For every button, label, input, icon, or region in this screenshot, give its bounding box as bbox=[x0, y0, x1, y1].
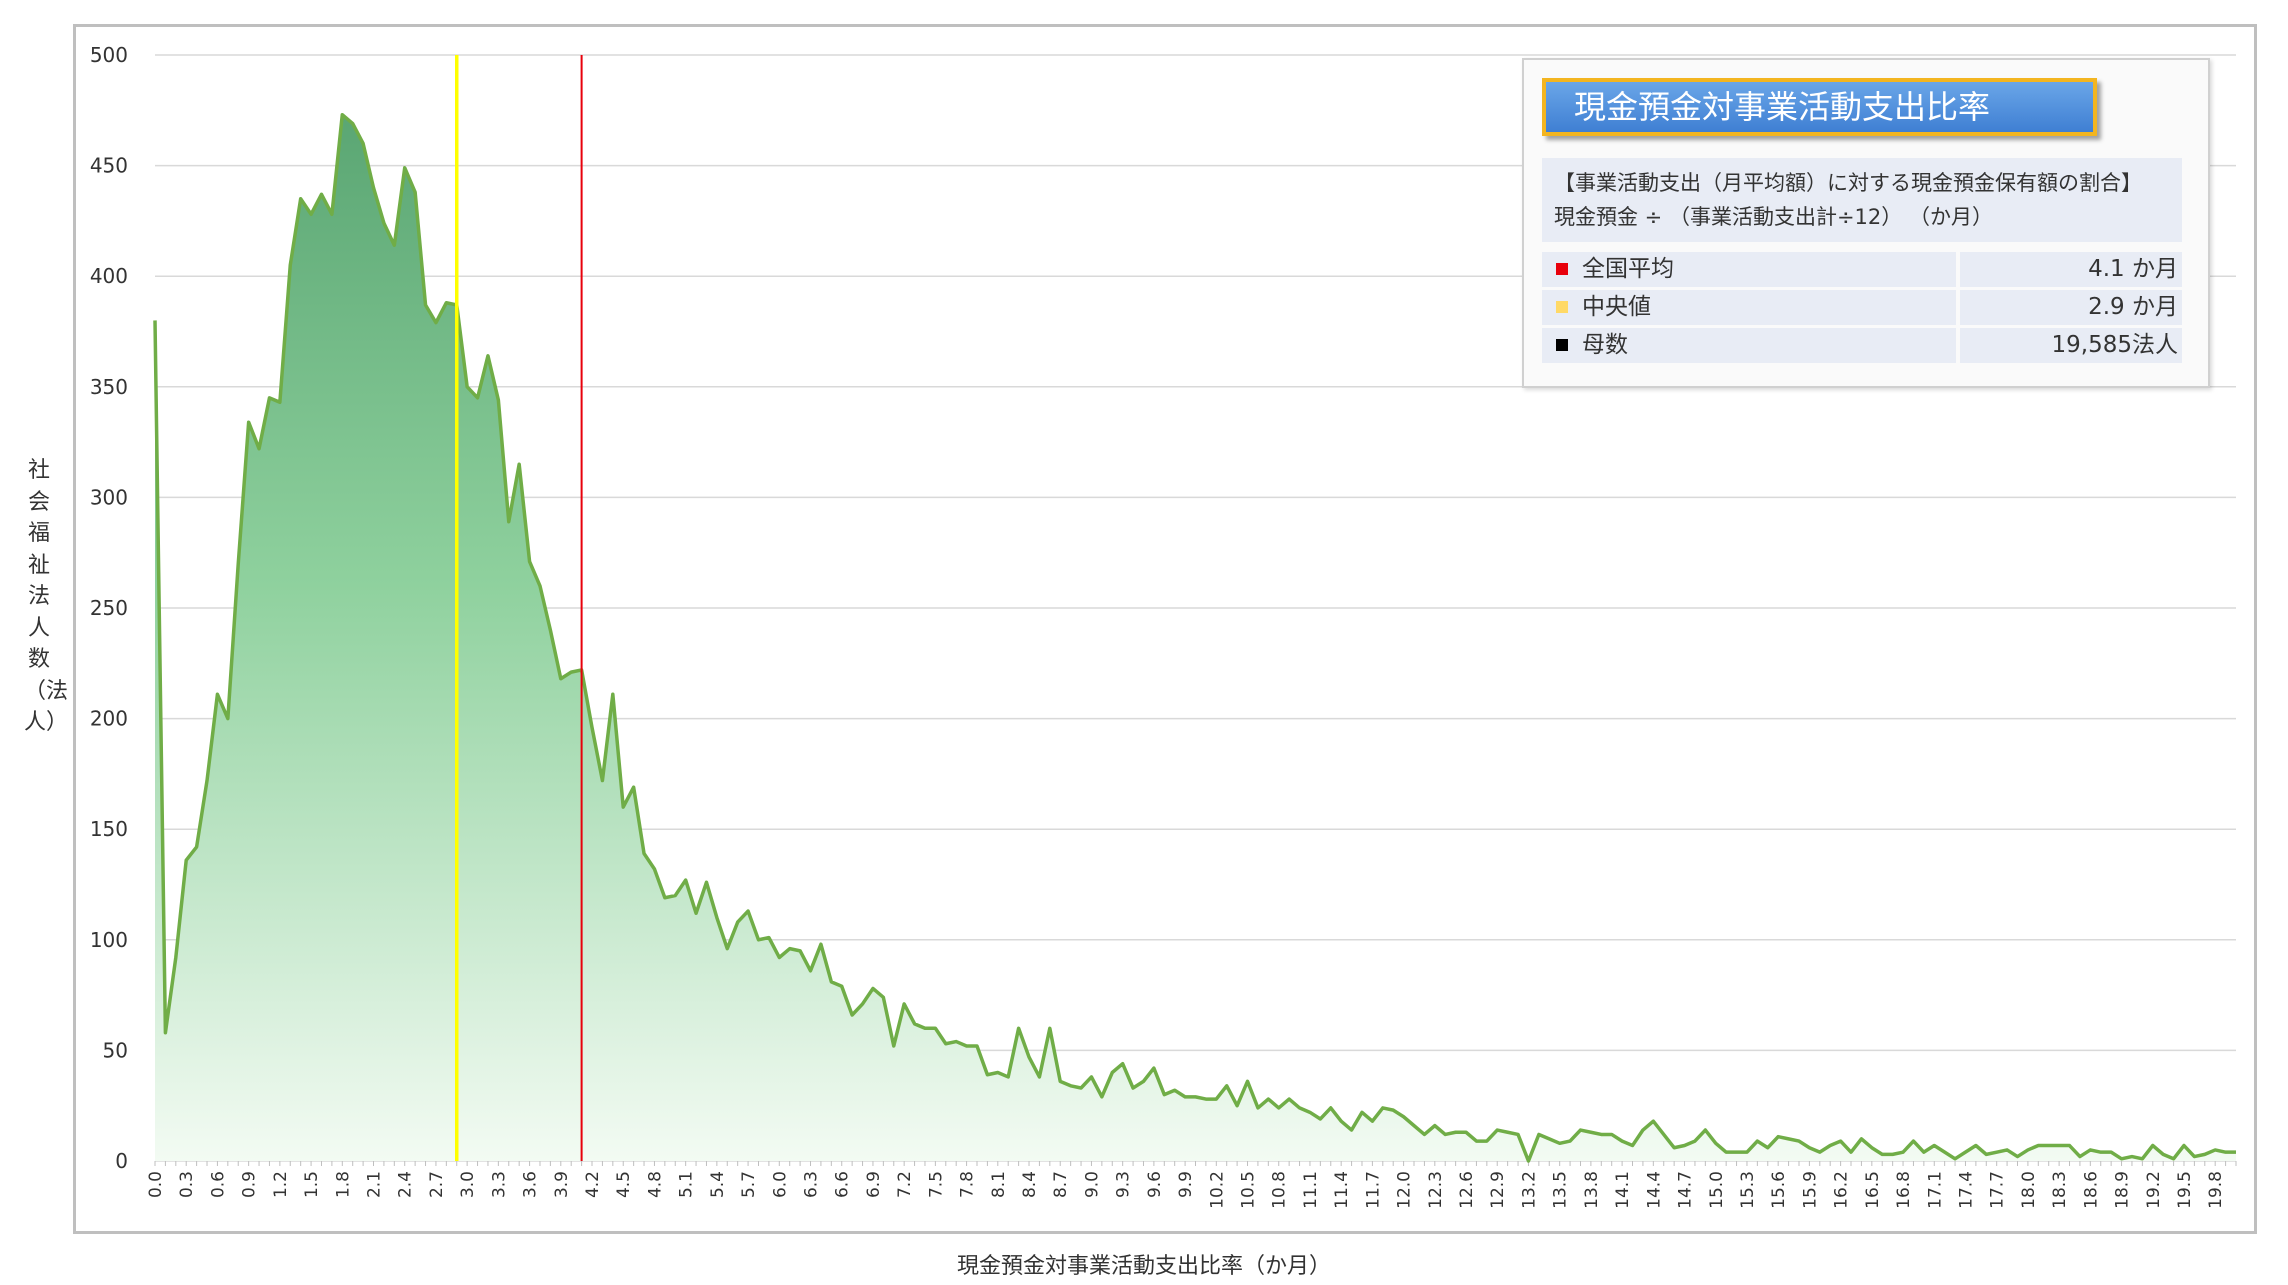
x-tick-label: 7.8 bbox=[958, 1171, 978, 1198]
x-tick-label: 12.0 bbox=[1395, 1171, 1415, 1209]
x-axis-label: 現金預金対事業活動支出比率（か月） bbox=[956, 1254, 1331, 1279]
legend-description-line-2: 現金預金 ÷ （事業活動支出計÷12） （か月） bbox=[1554, 205, 1993, 229]
x-tick-label: 5.7 bbox=[739, 1171, 759, 1198]
x-tick-label: 13.2 bbox=[1519, 1171, 1539, 1209]
x-tick-label: 2.1 bbox=[365, 1171, 385, 1198]
y-tick-label: 500 bbox=[90, 43, 128, 67]
x-tick-label: 3.9 bbox=[552, 1171, 572, 1198]
x-tick-label: 7.2 bbox=[895, 1171, 915, 1198]
x-tick-label: 2.4 bbox=[396, 1171, 416, 1198]
x-tick-label: 15.9 bbox=[1800, 1171, 1820, 1209]
y-axis-label: 社会福祉法人数（法人） bbox=[24, 458, 69, 735]
legend-description-line-1: 【事業活動支出（月平均額）に対する現金預金保有額の割合】 bbox=[1554, 171, 2142, 195]
legend-label-median: 中央値 bbox=[1582, 294, 1651, 320]
x-tick-label: 6.6 bbox=[833, 1171, 853, 1198]
x-tick-label: 19.5 bbox=[2175, 1171, 2195, 1209]
y-tick-label: 450 bbox=[90, 154, 128, 178]
y-tick-label: 150 bbox=[90, 817, 128, 841]
legend-title: 現金預金対事業活動支出比率 bbox=[1542, 78, 2097, 136]
x-tick-label: 11.1 bbox=[1301, 1171, 1321, 1209]
x-tick-label: 14.7 bbox=[1676, 1171, 1696, 1209]
legend-value-mean: 4.1 か月 bbox=[1960, 252, 2182, 287]
x-tick-label: 12.9 bbox=[1488, 1171, 1508, 1209]
x-tick-label: 0.3 bbox=[177, 1171, 197, 1198]
x-tick-label: 1.5 bbox=[302, 1171, 322, 1198]
y-tick-label: 200 bbox=[90, 707, 128, 731]
x-tick-label: 3.0 bbox=[458, 1171, 478, 1198]
x-tick-label: 10.2 bbox=[1207, 1171, 1227, 1209]
x-tick-label: 16.8 bbox=[1894, 1171, 1914, 1209]
legend-row-median: 中央値 2.9 か月 bbox=[1542, 290, 2182, 325]
y-tick-label: 100 bbox=[90, 928, 128, 952]
legend-label-mean: 全国平均 bbox=[1582, 256, 1674, 282]
x-tick-label: 8.1 bbox=[989, 1171, 1009, 1198]
x-tick-label: 8.7 bbox=[1051, 1171, 1071, 1198]
x-tick-label: 9.6 bbox=[1145, 1171, 1165, 1198]
x-tick-label: 4.5 bbox=[614, 1171, 634, 1198]
x-tick-label: 5.4 bbox=[708, 1171, 728, 1198]
x-tick-label: 14.4 bbox=[1644, 1171, 1664, 1209]
x-tick-label: 9.0 bbox=[1082, 1171, 1102, 1198]
x-tick-label: 1.8 bbox=[333, 1171, 353, 1198]
x-tick-label: 11.7 bbox=[1363, 1171, 1383, 1209]
x-tick-label: 13.8 bbox=[1582, 1171, 1602, 1209]
x-tick-label: 17.1 bbox=[1925, 1171, 1945, 1209]
y-tick-label: 50 bbox=[103, 1038, 128, 1062]
x-tick-label: 9.9 bbox=[1176, 1171, 1196, 1198]
x-tick-label: 5.1 bbox=[677, 1171, 697, 1198]
x-tick-label: 6.9 bbox=[864, 1171, 884, 1198]
y-tick-label: 300 bbox=[90, 485, 128, 509]
x-tick-label: 4.8 bbox=[645, 1171, 665, 1198]
x-tick-label: 2.7 bbox=[427, 1171, 447, 1198]
x-tick-label: 6.3 bbox=[802, 1171, 822, 1198]
x-tick-labels: 0.0 0.3 0.6 0.9 1.2 1.5 1.8 2.1 2.4 2.7 3.0 3.3 3.6 3… bbox=[146, 1171, 2226, 1209]
legend-value-count: 19,585法人 bbox=[1960, 328, 2182, 363]
x-tick-label: 0.0 bbox=[146, 1171, 166, 1198]
median-marker-icon bbox=[1556, 301, 1568, 313]
y-tick-label: 0 bbox=[115, 1149, 128, 1173]
x-tick-label: 19.8 bbox=[2206, 1171, 2226, 1209]
x-tick-label: 8.4 bbox=[1020, 1171, 1040, 1198]
x-tick-label: 10.8 bbox=[1270, 1171, 1290, 1209]
x-tick-label: 6.0 bbox=[770, 1171, 790, 1198]
x-tick-label: 12.6 bbox=[1457, 1171, 1477, 1209]
x-tick-label: 1.2 bbox=[271, 1171, 291, 1198]
legend-row-count: 母数 19,585法人 bbox=[1542, 328, 2182, 363]
x-tick-label: 16.2 bbox=[1832, 1171, 1852, 1209]
legend-row-mean: 全国平均 4.1 か月 bbox=[1542, 252, 2182, 287]
count-marker-icon bbox=[1556, 339, 1568, 351]
x-tick-label: 14.1 bbox=[1613, 1171, 1633, 1209]
x-tick-label: 11.4 bbox=[1332, 1171, 1352, 1209]
y-tick-label: 400 bbox=[90, 264, 128, 288]
x-tick-label: 7.5 bbox=[926, 1171, 946, 1198]
legend-label-count: 母数 bbox=[1582, 332, 1628, 358]
x-tick-label: 12.3 bbox=[1426, 1171, 1446, 1209]
y-tick-labels: 0 50 100 150 200 250 300 350 400 450 500 bbox=[90, 43, 128, 1173]
x-tick-label: 15.3 bbox=[1738, 1171, 1758, 1209]
x-tick-label: 18.6 bbox=[2081, 1171, 2101, 1209]
x-tick-label: 3.3 bbox=[489, 1171, 509, 1198]
x-tick-label: 18.0 bbox=[2019, 1171, 2039, 1209]
x-tick-label: 9.3 bbox=[1114, 1171, 1134, 1198]
x-tick-label: 0.6 bbox=[208, 1171, 228, 1198]
x-tick-label: 16.5 bbox=[1863, 1171, 1883, 1209]
x-tick-label: 15.0 bbox=[1707, 1171, 1727, 1209]
y-tick-label: 350 bbox=[90, 375, 128, 399]
x-tick-label: 18.9 bbox=[2113, 1171, 2133, 1209]
x-tick-label: 4.2 bbox=[583, 1171, 603, 1198]
x-tick-label: 3.6 bbox=[521, 1171, 541, 1198]
x-tick-label: 18.3 bbox=[2050, 1171, 2070, 1209]
x-tick-label: 0.9 bbox=[240, 1171, 260, 1198]
legend-panel: 現金預金対事業活動支出比率 【事業活動支出（月平均額）に対する現金預金保有額の割… bbox=[1522, 58, 2210, 388]
legend-value-median: 2.9 か月 bbox=[1960, 290, 2182, 325]
mean-marker-icon bbox=[1556, 263, 1568, 275]
legend-description: 【事業活動支出（月平均額）に対する現金預金保有額の割合】 現金預金 ÷ （事業活… bbox=[1542, 158, 2182, 242]
y-tick-label: 250 bbox=[90, 596, 128, 620]
x-tick-label: 15.6 bbox=[1769, 1171, 1789, 1209]
x-tick-label: 17.7 bbox=[1988, 1171, 2008, 1209]
x-tick-label: 13.5 bbox=[1551, 1171, 1571, 1209]
x-tick-label: 10.5 bbox=[1239, 1171, 1259, 1209]
x-tick-label: 19.2 bbox=[2144, 1171, 2164, 1209]
x-tick-label: 17.4 bbox=[1956, 1171, 1976, 1209]
